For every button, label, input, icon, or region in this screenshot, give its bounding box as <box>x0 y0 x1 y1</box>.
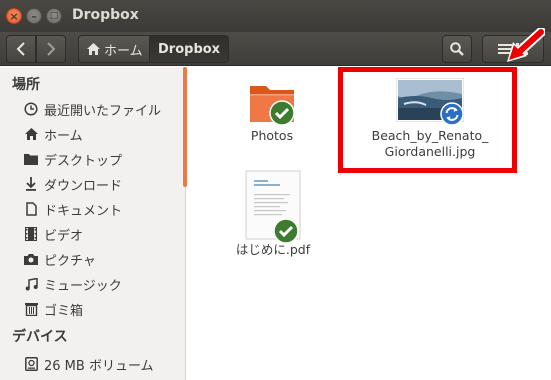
sidebar-item-label: ビデオ <box>44 228 84 244</box>
toolbar: ホーム Dropbox <box>0 32 551 66</box>
trash-icon <box>24 302 38 316</box>
breadcrumb-dropbox[interactable]: Dropbox <box>149 35 230 63</box>
sidebar-item-documents[interactable]: ドキュメント <box>24 198 122 220</box>
synced-check-icon <box>269 100 295 126</box>
camera-icon <box>24 252 38 266</box>
breadcrumb-home-label: ホーム <box>104 43 143 59</box>
file-name: はじめに.pdf <box>235 242 311 257</box>
sidebar-section-devices: デバイス <box>12 329 68 345</box>
sidebar: 場所 最近開いたファイル ホーム デスクトップ ダウンロード ドキュメント ビデ… <box>0 67 186 380</box>
sidebar-item-label: ミュージック <box>44 278 122 294</box>
synced-check-icon <box>273 218 299 244</box>
clock-icon <box>24 102 38 116</box>
minimize-button[interactable]: – <box>26 8 42 24</box>
sidebar-item-recent[interactable]: 最近開いたファイル <box>24 98 161 120</box>
file-item-pdf[interactable]: はじめに.pdf <box>228 170 318 258</box>
sidebar-item-desktop[interactable]: デスクトップ <box>24 148 122 170</box>
film-icon <box>24 227 38 241</box>
sidebar-item-music[interactable]: ミュージック <box>24 273 122 295</box>
music-icon <box>24 277 38 291</box>
breadcrumb-home[interactable]: ホーム <box>78 35 152 63</box>
window-title: Dropbox <box>72 7 139 23</box>
close-icon: × <box>9 9 19 23</box>
sidebar-item-label: 26 MB ボリューム <box>44 358 154 374</box>
maximize-icon: □ <box>49 10 59 21</box>
sidebar-item-volume[interactable]: 26 MB ボリューム <box>24 353 154 375</box>
sidebar-item-downloads[interactable]: ダウンロード <box>24 173 122 195</box>
sidebar-item-label: ピクチャ <box>44 253 96 269</box>
sidebar-item-videos[interactable]: ビデオ <box>24 223 83 245</box>
breadcrumb-dropbox-label: Dropbox <box>158 41 221 57</box>
home-icon <box>24 127 38 141</box>
chevron-right-icon <box>47 42 56 56</box>
drive-icon <box>24 357 38 371</box>
sidebar-item-label: ダウンロード <box>44 178 123 194</box>
sidebar-section-places: 場所 <box>12 77 40 93</box>
back-button[interactable] <box>6 35 36 63</box>
title-bar: × – □ Dropbox <box>0 0 551 32</box>
file-item-photos[interactable]: Photos <box>235 80 309 144</box>
minimize-icon: – <box>31 9 37 23</box>
download-icon <box>24 177 38 191</box>
sidebar-item-home[interactable]: ホーム <box>24 123 83 145</box>
sidebar-item-label: ホーム <box>44 128 83 144</box>
sidebar-item-label: デスクトップ <box>44 153 123 169</box>
highlight-box <box>338 67 517 173</box>
home-icon <box>87 43 100 55</box>
document-icon <box>24 202 38 216</box>
sidebar-item-trash[interactable]: ゴミ箱 <box>24 298 83 320</box>
search-icon <box>450 42 464 56</box>
sidebar-item-pictures[interactable]: ピクチャ <box>24 248 96 270</box>
forward-button[interactable] <box>36 35 66 63</box>
maximize-button[interactable]: □ <box>46 8 62 24</box>
red-arrow-icon <box>507 28 545 62</box>
sidebar-item-label: ゴミ箱 <box>44 303 84 319</box>
sidebar-item-label: ドキュメント <box>44 203 123 219</box>
desktop-icon <box>24 152 38 166</box>
sidebar-item-label: 最近開いたファイル <box>44 103 162 119</box>
chevron-left-icon <box>16 42 25 56</box>
close-button[interactable]: × <box>6 8 22 24</box>
file-name: Photos <box>250 128 294 143</box>
search-button[interactable] <box>442 35 472 63</box>
